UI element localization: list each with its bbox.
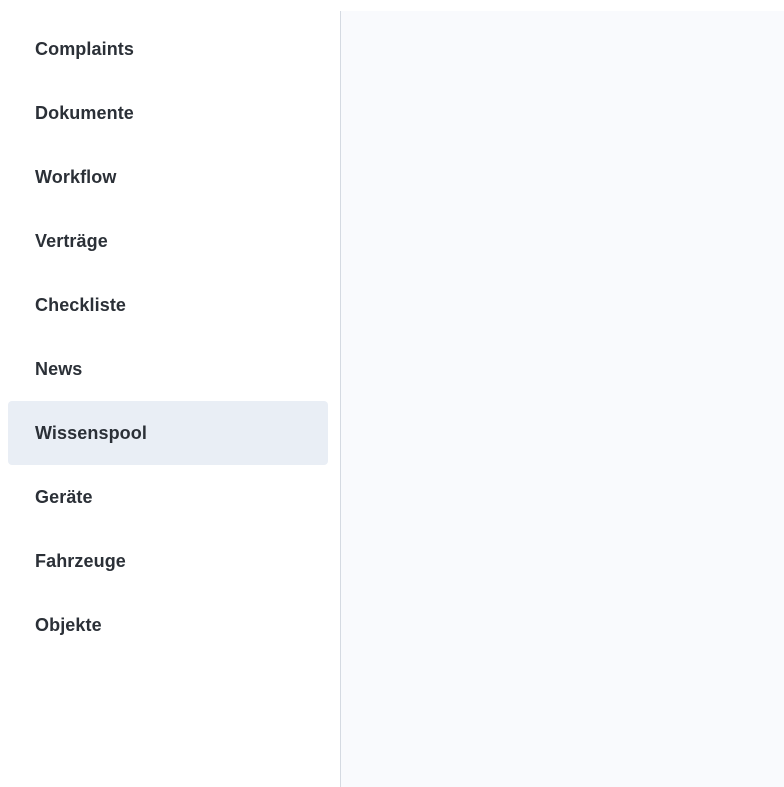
sidebar-item-geraete[interactable]: Geräte (8, 465, 328, 529)
sidebar-item-workflow[interactable]: Workflow (8, 145, 328, 209)
sidebar-item-objekte[interactable]: Objekte (8, 593, 328, 657)
sidebar-item-wissenspool[interactable]: Wissenspool (8, 401, 328, 465)
sidebar-nav-list: Complaints Dokumente Workflow Verträge C… (8, 17, 328, 657)
sidebar-item-complaints[interactable]: Complaints (8, 17, 328, 81)
sidebar-item-checkliste[interactable]: Checkliste (8, 273, 328, 337)
sidebar-item-fahrzeuge[interactable]: Fahrzeuge (8, 529, 328, 593)
main-content-area (341, 11, 784, 787)
app-window: Complaints Dokumente Workflow Verträge C… (0, 0, 784, 787)
sidebar-item-dokumente[interactable]: Dokumente (8, 81, 328, 145)
sidebar: Complaints Dokumente Workflow Verträge C… (0, 0, 340, 787)
sidebar-item-news[interactable]: News (8, 337, 328, 401)
sidebar-item-vertraege[interactable]: Verträge (8, 209, 328, 273)
